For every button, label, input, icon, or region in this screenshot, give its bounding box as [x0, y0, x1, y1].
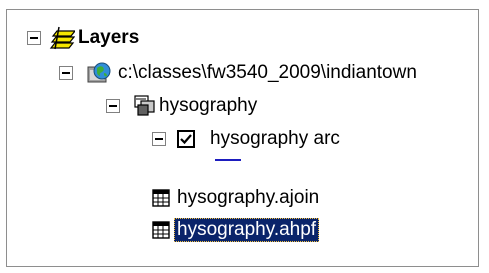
tree-node-layers[interactable]: Layers — [27, 22, 142, 54]
coverage-icon — [134, 95, 155, 116]
workspace-globe-icon — [87, 62, 111, 83]
tree-node-table-ahpf[interactable]: hysography.ahpf — [152, 214, 320, 246]
line-symbol-swatch[interactable] — [215, 159, 241, 161]
collapse-layer-toggle[interactable] — [152, 132, 166, 146]
collapse-coverage-toggle[interactable] — [106, 99, 120, 113]
checkmark-icon — [180, 134, 192, 145]
collapse-layers-toggle[interactable] — [27, 31, 41, 45]
tree-node-label: c:\classes\fw3540_2009\indiantown — [118, 62, 417, 83]
tree-node-layer[interactable]: hysography arc — [152, 123, 343, 155]
tree-node-label-selected: hysography.ahpf — [174, 218, 320, 242]
collapse-workspace-toggle[interactable] — [59, 66, 73, 80]
layer-visibility-checkbox[interactable] — [177, 130, 195, 148]
table-icon — [152, 221, 170, 239]
tree-node-label: hysography.ajoin — [177, 187, 320, 208]
layers-icon — [49, 26, 75, 50]
tree-node-label: hysography — [159, 95, 258, 116]
tree-node-table-ajoin[interactable]: hysography.ajoin — [152, 182, 322, 214]
tree-node-workspace[interactable]: c:\classes\fw3540_2009\indiantown — [59, 57, 420, 89]
tree-node-label: Layers — [78, 27, 140, 48]
tree-node-label: hysography arc — [210, 128, 340, 149]
tree-node-coverage[interactable]: hysography — [106, 90, 260, 122]
table-of-contents-panel: Layers c:\classes\fw3540_2009\indiantown… — [6, 9, 479, 267]
table-icon — [152, 189, 170, 207]
